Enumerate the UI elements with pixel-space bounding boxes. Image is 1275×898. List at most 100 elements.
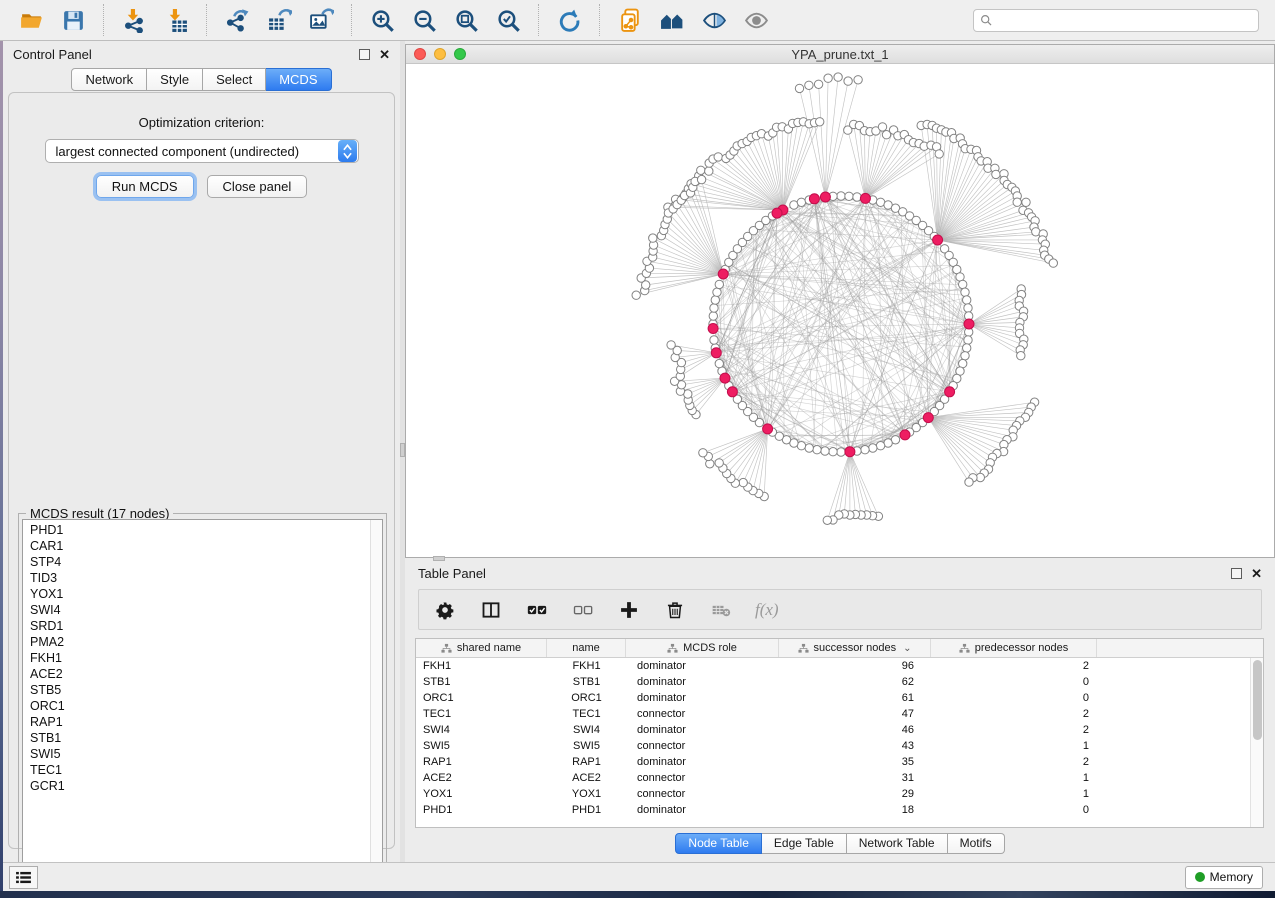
delete-table-icon[interactable]	[709, 598, 733, 622]
mcds-result-item[interactable]: ORC1	[23, 698, 370, 714]
cell-mcds_role[interactable]: connector	[626, 770, 779, 786]
tab-style[interactable]: Style	[147, 68, 203, 91]
mcds-result-item[interactable]: YOX1	[23, 586, 370, 602]
export-image-icon[interactable]	[306, 6, 336, 34]
mcds-result-item[interactable]: TID3	[23, 570, 370, 586]
network-from-document-icon[interactable]	[615, 6, 645, 34]
cell-name[interactable]: STB1	[547, 674, 626, 690]
cell-name[interactable]: TEC1	[547, 706, 626, 722]
table-row[interactable]: STB1STB1dominator620	[416, 674, 1250, 690]
network-canvas[interactable]	[406, 64, 1274, 557]
mcds-result-item[interactable]: SWI5	[23, 746, 370, 762]
cell-predecessor_nodes[interactable]: 0	[931, 690, 1097, 706]
cell-name[interactable]: YOX1	[547, 786, 626, 802]
export-network-icon[interactable]	[222, 6, 252, 34]
table-row[interactable]: ACE2ACE2connector311	[416, 770, 1250, 786]
column-header-MCDS-role[interactable]: MCDS role	[626, 639, 779, 657]
delete-columns-icon[interactable]	[663, 598, 687, 622]
hide-graphics-icon[interactable]	[699, 6, 729, 34]
table-row[interactable]: SWI4SWI4dominator462	[416, 722, 1250, 738]
cell-predecessor_nodes[interactable]: 0	[931, 674, 1097, 690]
cell-shared_name[interactable]: RAP1	[416, 754, 547, 770]
cell-mcds_role[interactable]: dominator	[626, 690, 779, 706]
cell-predecessor_nodes[interactable]: 1	[931, 770, 1097, 786]
cell-predecessor_nodes[interactable]: 0	[931, 802, 1097, 818]
select-all-rows-icon[interactable]	[525, 598, 549, 622]
cell-mcds_role[interactable]: connector	[626, 706, 779, 722]
cell-shared_name[interactable]: PHD1	[416, 802, 547, 818]
table-row[interactable]: PHD1PHD1dominator180	[416, 802, 1250, 818]
refresh-icon[interactable]	[554, 6, 584, 34]
cell-mcds_role[interactable]: dominator	[626, 722, 779, 738]
network-window-titlebar[interactable]: YPA_prune.txt_1	[406, 45, 1274, 64]
mcds-result-item[interactable]: ACE2	[23, 666, 370, 682]
cell-shared_name[interactable]: ACE2	[416, 770, 547, 786]
cell-shared_name[interactable]: TEC1	[416, 706, 547, 722]
cell-shared_name[interactable]: FKH1	[416, 658, 547, 674]
cell-mcds_role[interactable]: dominator	[626, 802, 779, 818]
cell-successor_nodes[interactable]: 43	[779, 738, 931, 754]
table-row[interactable]: SWI5SWI5connector431	[416, 738, 1250, 754]
mcds-result-item[interactable]: STB1	[23, 730, 370, 746]
cell-shared_name[interactable]: SWI4	[416, 722, 547, 738]
mcds-result-item[interactable]: CAR1	[23, 538, 370, 554]
cell-mcds_role[interactable]: dominator	[626, 674, 779, 690]
zoom-fit-icon[interactable]	[451, 6, 481, 34]
import-table-icon[interactable]	[161, 6, 191, 34]
table-tab-edge-table[interactable]: Edge Table	[762, 833, 847, 854]
cell-name[interactable]: PHD1	[547, 802, 626, 818]
table-mode-gear-icon[interactable]	[433, 598, 457, 622]
mcds-result-item[interactable]: PHD1	[23, 522, 370, 538]
cell-name[interactable]: SWI5	[547, 738, 626, 754]
deselect-all-rows-icon[interactable]	[571, 598, 595, 622]
cell-successor_nodes[interactable]: 29	[779, 786, 931, 802]
tab-network[interactable]: Network	[71, 68, 147, 91]
float-table-panel-icon[interactable]	[1231, 568, 1242, 579]
cell-successor_nodes[interactable]: 47	[779, 706, 931, 722]
table-row[interactable]: ORC1ORC1dominator610	[416, 690, 1250, 706]
float-panel-icon[interactable]	[359, 49, 370, 60]
cell-mcds_role[interactable]: dominator	[626, 754, 779, 770]
memory-button[interactable]: Memory	[1185, 866, 1263, 889]
export-table-icon[interactable]	[264, 6, 294, 34]
show-graphics-details-icon[interactable]	[741, 6, 771, 34]
cell-successor_nodes[interactable]: 46	[779, 722, 931, 738]
cell-successor_nodes[interactable]: 61	[779, 690, 931, 706]
table-tab-network-table[interactable]: Network Table	[847, 833, 948, 854]
table-row[interactable]: RAP1RAP1dominator352	[416, 754, 1250, 770]
cell-predecessor_nodes[interactable]: 2	[931, 706, 1097, 722]
table-scrollbar[interactable]	[1250, 658, 1263, 827]
cell-name[interactable]: RAP1	[547, 754, 626, 770]
cell-predecessor_nodes[interactable]: 2	[931, 754, 1097, 770]
horizontal-splitter-grip[interactable]	[433, 556, 445, 561]
table-row[interactable]: FKH1FKH1dominator962	[416, 658, 1250, 674]
search-box[interactable]	[973, 9, 1259, 32]
show-columns-icon[interactable]	[479, 598, 503, 622]
open-file-icon[interactable]	[16, 6, 46, 34]
close-table-panel-icon[interactable]: ✕	[1251, 568, 1262, 579]
mcds-list-scrollbar[interactable]	[370, 520, 382, 876]
cell-mcds_role[interactable]: connector	[626, 786, 779, 802]
cell-predecessor_nodes[interactable]: 2	[931, 722, 1097, 738]
close-panel-icon[interactable]: ✕	[379, 49, 390, 60]
mcds-result-item[interactable]: PMA2	[23, 634, 370, 650]
cell-predecessor_nodes[interactable]: 2	[931, 658, 1097, 674]
cell-name[interactable]: SWI4	[547, 722, 626, 738]
mcds-result-item[interactable]: SRD1	[23, 618, 370, 634]
cell-shared_name[interactable]: SWI5	[416, 738, 547, 754]
mcds-result-item[interactable]: GCR1	[23, 778, 370, 794]
add-column-icon[interactable]	[617, 598, 641, 622]
cell-shared_name[interactable]: ORC1	[416, 690, 547, 706]
mcds-result-item[interactable]: STB5	[23, 682, 370, 698]
table-row[interactable]: YOX1YOX1connector291	[416, 786, 1250, 802]
mcds-result-item[interactable]: RAP1	[23, 714, 370, 730]
cell-name[interactable]: FKH1	[547, 658, 626, 674]
run-mcds-button[interactable]: Run MCDS	[96, 175, 194, 198]
close-panel-button[interactable]: Close panel	[207, 175, 308, 198]
cell-successor_nodes[interactable]: 62	[779, 674, 931, 690]
cell-name[interactable]: ORC1	[547, 690, 626, 706]
mcds-result-item[interactable]: STP4	[23, 554, 370, 570]
cell-name[interactable]: ACE2	[547, 770, 626, 786]
mcds-result-item[interactable]: FKH1	[23, 650, 370, 666]
column-header-predecessor-nodes[interactable]: predecessor nodes	[931, 639, 1097, 657]
